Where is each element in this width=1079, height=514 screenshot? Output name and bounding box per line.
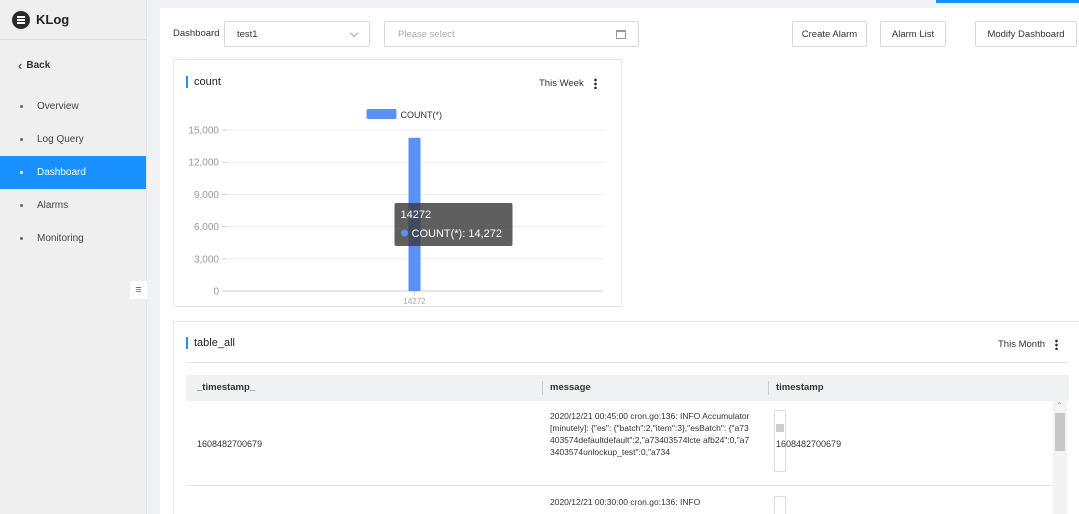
sidebar-item-alarms[interactable]: Alarms <box>0 189 146 222</box>
bullet-icon <box>20 138 23 141</box>
sidebar-item-label: Alarms <box>37 200 69 211</box>
dashboard-select-value: test1 <box>237 28 258 40</box>
table-row: 1608482700679 2020/12/21 00:45:00 cron.g… <box>186 401 1055 486</box>
sidebar-item-label: Overview <box>37 101 79 112</box>
main-content: Dashboard test1 Please select Create Ala… <box>160 8 1079 514</box>
sidebar-item-dashboard[interactable]: Dashboard <box>0 156 146 189</box>
message-cell: 2020/12/21 00:30:00 cron.go:136: INFO <box>550 497 701 507</box>
count-panel-title-text: count <box>194 76 221 88</box>
legend-swatch <box>366 109 397 119</box>
sidebar-item-label: Log Query <box>37 134 84 145</box>
alarm-list-button[interactable]: Alarm List <box>880 21 946 47</box>
more-options-icon[interactable] <box>1055 339 1058 350</box>
table-period: This Month <box>998 339 1058 350</box>
calendar-icon <box>616 30 626 39</box>
message-scrollbar[interactable] <box>774 496 786 514</box>
sidebar-item-label: Monitoring <box>37 233 84 244</box>
tooltip-title: 14272 <box>401 209 432 221</box>
column-separator <box>542 381 543 395</box>
y-tick-label: 3,000 <box>194 254 219 265</box>
y-tick-label: 0 <box>213 287 219 298</box>
table-panel-title: table_all <box>186 337 235 349</box>
table-header: _timestamp_ message timestamp <box>186 375 1069 401</box>
table-scrollbar[interactable]: ⌃ <box>1053 401 1067 514</box>
x-axis-ticks: 14272 <box>403 291 426 306</box>
table-row: 2020/12/21 00:30:00 cron.go:136: INFO <box>186 487 1055 514</box>
tooltip-label: COUNT(*): 14,272 <box>412 228 502 240</box>
column-header[interactable]: timestamp <box>776 382 824 393</box>
title-accent-bar <box>186 337 188 349</box>
bullet-icon <box>20 204 23 207</box>
sidebar-item-log-query[interactable]: Log Query <box>0 123 146 156</box>
create-alarm-button[interactable]: Create Alarm <box>792 21 867 47</box>
count-period-label[interactable]: This Week <box>539 78 584 89</box>
dashboard-label: Dashboard <box>173 28 220 39</box>
more-options-icon[interactable] <box>593 78 597 89</box>
message-cell: 2020/12/21 00:45:00 cron.go:136: INFO Ac… <box>550 411 750 457</box>
table-panel-title-text: table_all <box>194 337 235 349</box>
collapse-sidebar-icon[interactable]: ≡ <box>130 281 147 299</box>
sidebar-item-monitoring[interactable]: Monitoring <box>0 222 146 255</box>
date-placeholder: Please select <box>398 28 455 40</box>
app-logo[interactable]: KLog <box>0 0 146 40</box>
x-tick-label: 14272 <box>403 297 426 306</box>
table-period-label[interactable]: This Month <box>998 339 1045 350</box>
timestamp-cell: 1608482700679 <box>197 439 263 449</box>
chart-tooltip: 14272 COUNT(*): 14,272 <box>394 203 513 247</box>
message-scroll-thumb[interactable] <box>776 424 784 432</box>
table-scroll-thumb[interactable] <box>1055 413 1065 451</box>
modify-dashboard-button[interactable]: Modify Dashboard <box>975 21 1077 47</box>
y-tick-label: 6,000 <box>194 222 219 233</box>
back-label: Back <box>26 59 51 71</box>
y-tick-label: 9,000 <box>194 190 219 201</box>
sidebar: KLog ‹ Back Overview Log Query Dashboard… <box>0 0 147 514</box>
count-period: This Week <box>539 78 597 89</box>
count-panel-title: count <box>186 76 221 88</box>
y-tick-label: 12,000 <box>188 158 219 169</box>
divider <box>186 362 1069 363</box>
dashboard-select[interactable]: test1 <box>224 21 370 47</box>
timestamp-cell: 1608482700679 <box>776 439 842 449</box>
title-accent-bar <box>186 76 188 88</box>
y-tick-label: 15,000 <box>188 126 219 137</box>
date-range-picker[interactable]: Please select <box>384 21 639 47</box>
count-chart: 0 3,000 6,000 9,000 12,000 15,000 14272 COUNT… <box>188 109 603 306</box>
klog-logo-icon <box>12 10 30 29</box>
app-title: KLog <box>36 12 70 27</box>
bullet-icon <box>20 105 23 108</box>
bullet-icon <box>20 171 23 174</box>
legend-label: COUNT(*) <box>401 110 443 120</box>
bullet-icon <box>20 237 23 240</box>
top-accent-bar <box>936 0 1079 3</box>
column-separator <box>768 381 769 395</box>
chevron-left-icon: ‹ <box>18 57 23 73</box>
column-header[interactable]: _timestamp_ <box>197 382 255 393</box>
chevron-down-icon <box>349 28 359 38</box>
chart-legend: COUNT(*) <box>366 109 443 120</box>
back-button[interactable]: ‹ Back <box>0 40 146 90</box>
sidebar-item-label: Dashboard <box>37 167 86 178</box>
toolbar: Dashboard test1 Please select Create Ala… <box>160 8 1079 48</box>
y-axis-ticks: 0 3,000 6,000 9,000 12,000 15,000 <box>188 126 219 298</box>
tooltip-marker <box>401 229 408 237</box>
scroll-up-icon[interactable]: ⌃ <box>1056 401 1063 410</box>
column-header[interactable]: message <box>550 382 591 393</box>
sidebar-item-overview[interactable]: Overview <box>0 90 146 123</box>
